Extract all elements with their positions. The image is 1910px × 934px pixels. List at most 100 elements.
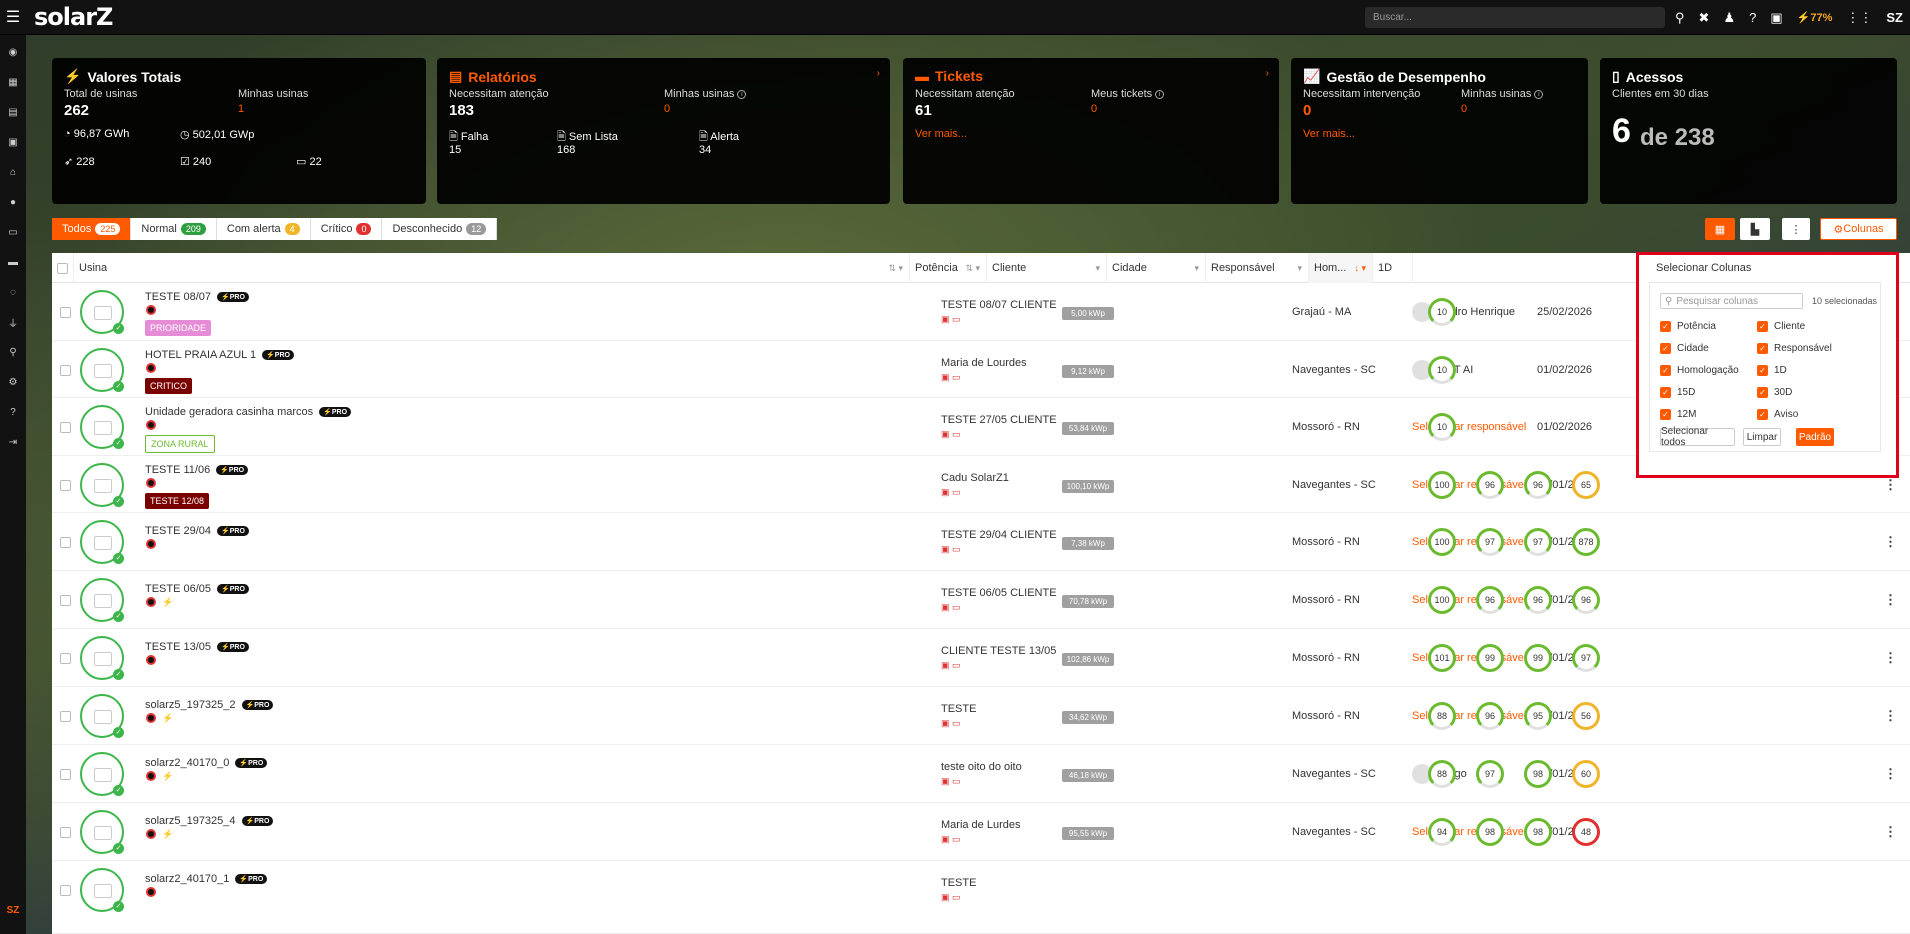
client-name[interactable]: TESTE 06/05 CLIENTE — [941, 587, 1057, 599]
map-view-button[interactable]: ▦ — [1705, 218, 1735, 240]
clipboard-icon[interactable]: ▣ — [1770, 10, 1782, 26]
column-option[interactable]: ✓ 12M — [1660, 409, 1696, 420]
client-name[interactable]: TESTE 27/05 CLIENTE — [941, 414, 1057, 426]
plant-name[interactable]: HOTEL PRAIA AZUL 1 ⚡PRO — [145, 349, 294, 361]
column-option[interactable]: ✓ 15D — [1660, 387, 1695, 398]
performance-ring[interactable]: 97 — [1476, 528, 1504, 556]
chat-icon[interactable]: ▭ — [952, 429, 961, 439]
select-all-checkbox[interactable] — [52, 253, 74, 283]
performance-ring[interactable]: 99 — [1524, 644, 1552, 672]
plant-name[interactable]: solarz2_40170_1 ⚡PRO — [145, 873, 268, 885]
filter-icon[interactable]: ▾ — [1095, 263, 1100, 274]
performance-ring[interactable]: 96 — [1476, 586, 1504, 614]
chat-icon[interactable]: ▭ — [952, 892, 961, 902]
client-name[interactable]: CLIENTE TESTE 13/05 — [941, 645, 1056, 657]
row-menu-icon[interactable]: ⋮ — [1884, 766, 1897, 782]
chat-icon[interactable]: ▭ — [952, 372, 961, 382]
row-checkbox[interactable] — [60, 364, 71, 376]
table-row[interactable]: ✓ solarz2_40170_0 ⚡PRO ⚡ 46,18 kWp teste oito… — [52, 745, 1910, 803]
column-option[interactable]: ✓ 1D — [1757, 365, 1787, 376]
column-option[interactable]: ✓ Potência — [1660, 321, 1716, 332]
plant-avatar[interactable]: ✓ — [80, 578, 124, 622]
settings-icon[interactable]: ⚙ — [6, 375, 20, 390]
performance-ring[interactable]: 98 — [1476, 818, 1504, 846]
performance-ring[interactable]: 100 — [1428, 528, 1456, 556]
checkbox-checked-icon[interactable]: ✓ — [1757, 321, 1768, 332]
table-row[interactable]: ✓ TESTE 08/07 ⚡PRO PRIORIDADE 5,00 kWp TESTE … — [52, 283, 1910, 341]
performance-ring[interactable]: 97 — [1476, 760, 1504, 788]
checkbox-checked-icon[interactable]: ✓ — [1660, 387, 1671, 398]
row-checkbox[interactable] — [60, 653, 71, 664]
checkbox-checked-icon[interactable]: ✓ — [1660, 343, 1671, 354]
performance-ring[interactable]: 10 — [1428, 355, 1456, 384]
filter-todos[interactable]: Todos 225 — [52, 218, 132, 240]
table-row[interactable]: ✓ solarz5_197325_2 ⚡PRO ⚡ 34,62 kWp TESTE ▣ ▭ M… — [52, 687, 1910, 745]
col-responsavel[interactable]: Responsável ▾ — [1206, 253, 1309, 283]
row-checkbox[interactable] — [60, 479, 71, 491]
column-option[interactable]: ✓ Homologação — [1660, 365, 1739, 376]
battery-indicator[interactable]: ⚡77% — [1797, 11, 1833, 24]
column-option[interactable]: ✓ Cliente — [1757, 321, 1805, 332]
performance-ring[interactable]: 97 — [1524, 528, 1552, 556]
performance-ring[interactable]: 98 — [1524, 818, 1552, 846]
plug-icon[interactable]: ⏚ — [6, 315, 20, 330]
plant-avatar[interactable]: ✓ — [80, 290, 124, 334]
plant-avatar[interactable]: ✓ — [80, 347, 124, 392]
row-checkbox[interactable] — [60, 827, 71, 838]
help-icon[interactable]: ? — [6, 405, 20, 420]
table-icon[interactable]: ▬ — [6, 255, 20, 270]
row-menu-icon[interactable]: ⋮ — [1884, 708, 1897, 724]
col-1d[interactable]: 1D — [1373, 253, 1413, 283]
search-icon[interactable]: ⚲ — [6, 345, 20, 360]
search-input[interactable]: Buscar... — [1365, 7, 1665, 28]
plant-avatar[interactable]: ✓ — [80, 405, 124, 449]
plant-name[interactable]: TESTE 11/06 ⚡PRO — [145, 464, 249, 476]
search-icon[interactable]: ⚲ — [1675, 10, 1685, 26]
row-checkbox[interactable] — [60, 885, 71, 896]
checkbox-checked-icon[interactable]: ✓ — [1757, 343, 1768, 354]
plant-avatar[interactable]: ✓ — [80, 462, 124, 507]
card-icon[interactable]: ▭ — [6, 225, 20, 240]
grid-icon[interactable]: ▦ — [6, 75, 20, 90]
help-icon[interactable]: ? — [1749, 10, 1756, 25]
client-name[interactable]: teste oito do oito — [941, 761, 1022, 773]
apps-grid-icon[interactable]: ⋮⋮ — [1846, 10, 1872, 26]
plant-name[interactable]: solarz5_197325_4 ⚡PRO — [145, 815, 274, 827]
performance-ring[interactable]: 96 — [1524, 586, 1552, 614]
chevron-right-icon[interactable]: › — [877, 68, 880, 79]
table-row[interactable]: ✓ TESTE 29/04 ⚡PRO 7,38 kWp TESTE 29/04 CLIE… — [52, 513, 1910, 571]
sort-icon[interactable]: ↓ ▾ — [1354, 263, 1366, 274]
column-option[interactable]: ✓ Cidade — [1660, 343, 1709, 354]
user-icon[interactable]: ♟ — [1723, 10, 1735, 26]
performance-ring[interactable]: 97 — [1572, 644, 1600, 672]
performance-ring[interactable]: 56 — [1572, 702, 1600, 730]
plant-name[interactable]: solarz2_40170_0 ⚡PRO — [145, 757, 268, 769]
row-menu-icon[interactable]: ⋮ — [1884, 477, 1897, 493]
client-name[interactable]: Cadu SolarZ1 — [941, 472, 1009, 484]
plant-avatar[interactable]: ✓ — [80, 810, 124, 854]
performance-ring[interactable]: 878 — [1572, 528, 1600, 556]
table-row[interactable]: ✓ solarz2_40170_1 ⚡PRO TESTE ▣ ▭ — [52, 861, 1910, 934]
plant-name[interactable]: TESTE 29/04 ⚡PRO — [145, 525, 249, 537]
performance-ring[interactable]: 100 — [1428, 586, 1456, 614]
table-row[interactable]: ✓ TESTE 11/06 ⚡PRO TESTE 12/08 100,10 kWp Cad… — [52, 456, 1910, 513]
plant-name[interactable]: TESTE 08/07 ⚡PRO — [145, 291, 249, 303]
chat-icon[interactable]: ▭ — [952, 487, 961, 497]
performance-ring[interactable]: 88 — [1428, 760, 1456, 788]
performance-ring[interactable]: 65 — [1572, 470, 1600, 499]
performance-ring[interactable]: 10 — [1428, 298, 1456, 326]
client-name[interactable]: Maria de Lurdes — [941, 819, 1021, 831]
menu-icon[interactable]: ☰ — [0, 0, 26, 35]
plant-avatar[interactable]: ✓ — [80, 752, 124, 796]
column-option[interactable]: ✓ Responsável — [1757, 343, 1832, 354]
col-homologacao[interactable]: Hom... ↓ ▾ — [1309, 253, 1373, 283]
filter-desconhecido[interactable]: Desconhecido 12 — [382, 218, 498, 240]
checkbox-checked-icon[interactable]: ✓ — [1660, 321, 1671, 332]
row-checkbox[interactable] — [60, 595, 71, 606]
chart-view-button[interactable]: ▙ — [1740, 218, 1770, 240]
performance-ring[interactable]: 88 — [1428, 702, 1456, 730]
plant-avatar[interactable]: ✓ — [80, 694, 124, 738]
chat-icon[interactable]: ▭ — [952, 314, 961, 324]
row-checkbox[interactable] — [60, 422, 71, 433]
select-all-button[interactable]: Selecionar todos — [1660, 426, 1735, 448]
